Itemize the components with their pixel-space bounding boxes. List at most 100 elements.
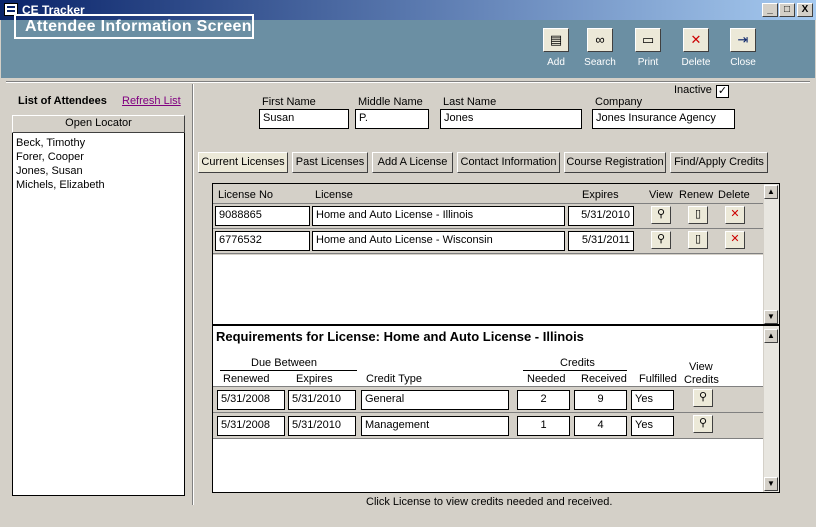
header-divider	[6, 81, 810, 83]
magnifier-icon: ⚲	[698, 391, 708, 403]
inactive-label: Inactive	[674, 84, 712, 96]
binoculars-icon: ∞	[587, 28, 613, 52]
licenses-empty-area	[213, 255, 763, 324]
close-label: Close	[730, 57, 756, 68]
needed-field[interactable]: 1	[517, 416, 570, 436]
tab-course-registration[interactable]: Course Registration	[564, 152, 666, 173]
delete-license-button[interactable]: ✕	[725, 206, 745, 224]
license-name-field[interactable]: Home and Auto License - Wisconsin	[312, 231, 565, 251]
col-license-no: License No	[218, 189, 274, 201]
scroll-up-button[interactable]: ▲	[764, 185, 778, 199]
fulfilled-field[interactable]: Yes	[631, 416, 674, 436]
renew-license-button[interactable]: ▯	[688, 231, 708, 249]
minimize-button[interactable]: _	[762, 3, 778, 17]
search-button[interactable]: ∞ Search	[579, 28, 621, 68]
requirements-title: Requirements for License: Home and Auto …	[216, 329, 584, 344]
license-expires-field[interactable]: 5/31/2011	[568, 231, 634, 251]
list-item[interactable]: Beck, Timothy	[16, 136, 105, 150]
list-item[interactable]: Michels, Elizabeth	[16, 178, 105, 192]
delete-button[interactable]: ✕ Delete	[675, 28, 717, 68]
view-credits-button[interactable]: ⚲	[693, 415, 713, 433]
tab-current-licenses[interactable]: Current Licenses	[198, 152, 288, 173]
row-separator	[213, 203, 763, 204]
search-label: Search	[584, 57, 616, 68]
scroll-down-button[interactable]: ▼	[764, 310, 778, 324]
view-credits-button[interactable]: ⚲	[693, 389, 713, 407]
middle-name-field[interactable]: P.	[355, 109, 429, 129]
due-between-underline	[220, 370, 357, 371]
view-license-button[interactable]: ⚲	[651, 206, 671, 224]
maximize-button[interactable]: □	[779, 3, 795, 17]
view-license-button[interactable]: ⚲	[651, 231, 671, 249]
fulfilled-field[interactable]: Yes	[631, 390, 674, 410]
req-expires-field[interactable]: 5/31/2010	[288, 390, 356, 410]
print-button[interactable]: ▭ Print	[627, 28, 669, 68]
printer-icon: ▭	[635, 28, 661, 52]
col-delete: Delete	[718, 189, 750, 201]
footer-note: Click License to view credits needed and…	[366, 496, 613, 508]
delete-license-button[interactable]: ✕	[725, 231, 745, 249]
refresh-list-link[interactable]: Refresh List	[122, 95, 181, 107]
document-icon: ▯	[694, 208, 702, 220]
col-fulfilled: Fulfilled	[639, 373, 677, 385]
col-needed: Needed	[527, 373, 566, 385]
license-expires-field[interactable]: 5/31/2010	[568, 206, 634, 226]
document-icon: ▯	[694, 233, 702, 245]
screen-title: Attendee Information Screen	[14, 14, 254, 39]
delete-x-icon: ✕	[730, 208, 740, 220]
credits-label: Credits	[560, 357, 595, 369]
scroll-up-button[interactable]: ▲	[764, 329, 778, 343]
tab-add-a-license[interactable]: Add A License	[372, 152, 453, 173]
tab-find-apply-credits[interactable]: Find/Apply Credits	[670, 152, 768, 173]
inactive-checkbox[interactable]: ✓	[716, 85, 729, 98]
requirements-scrollbar[interactable]	[763, 326, 779, 492]
list-item[interactable]: Jones, Susan	[16, 164, 105, 178]
tab-contact-information[interactable]: Contact Information	[457, 152, 560, 173]
delete-label: Delete	[681, 57, 711, 68]
first-name-field[interactable]: Susan	[259, 109, 349, 129]
last-name-field[interactable]: Jones	[440, 109, 582, 129]
row-separator	[213, 386, 763, 387]
door-exit-icon: ⇥	[730, 28, 756, 52]
credits-underline	[523, 370, 627, 371]
magnifier-icon: ⚲	[656, 233, 666, 245]
add-button[interactable]: ▤ Add	[535, 28, 577, 68]
license-name-field[interactable]: Home and Auto License - Illinois	[312, 206, 565, 226]
delete-icon: ✕	[683, 28, 709, 52]
row-separator	[213, 228, 763, 229]
licenses-scrollbar[interactable]	[763, 184, 779, 324]
col-view-credits-2: Credits	[684, 374, 719, 386]
credit-type-field[interactable]: Management	[361, 416, 509, 436]
renew-license-button[interactable]: ▯	[688, 206, 708, 224]
panel-divider	[192, 84, 194, 505]
req-expires-field[interactable]: 5/31/2010	[288, 416, 356, 436]
open-locator-button[interactable]: Open Locator	[12, 115, 185, 133]
magnifier-icon: ⚲	[656, 208, 666, 220]
received-field[interactable]: 4	[574, 416, 627, 436]
due-between-label: Due Between	[251, 357, 318, 369]
close-window-button[interactable]: X	[797, 3, 813, 17]
add-label: Add	[547, 57, 565, 68]
col-credit-type: Credit Type	[366, 373, 423, 385]
delete-x-icon: ✕	[730, 233, 740, 245]
received-field[interactable]: 9	[574, 390, 627, 410]
middle-name-label: Middle Name	[358, 96, 423, 108]
row-separator	[213, 253, 763, 254]
close-button[interactable]: ⇥ Close	[722, 28, 764, 68]
scroll-down-button[interactable]: ▼	[764, 477, 778, 491]
col-view-credits-1: View	[689, 361, 713, 373]
credit-type-field[interactable]: General	[361, 390, 509, 410]
license-no-field[interactable]: 6776532	[215, 231, 310, 251]
col-req-expires: Expires	[296, 373, 333, 385]
needed-field[interactable]: 2	[517, 390, 570, 410]
tab-past-licenses[interactable]: Past Licenses	[292, 152, 368, 173]
col-renew: Renew	[679, 189, 714, 201]
company-field[interactable]: Jones Insurance Agency	[592, 109, 735, 129]
col-license: License	[315, 189, 353, 201]
renewed-field[interactable]: 5/31/2008	[217, 416, 285, 436]
last-name-label: Last Name	[443, 96, 497, 108]
renewed-field[interactable]: 5/31/2008	[217, 390, 285, 410]
col-expires: Expires	[582, 189, 619, 201]
license-no-field[interactable]: 9088865	[215, 206, 310, 226]
list-item[interactable]: Forer, Cooper	[16, 150, 105, 164]
